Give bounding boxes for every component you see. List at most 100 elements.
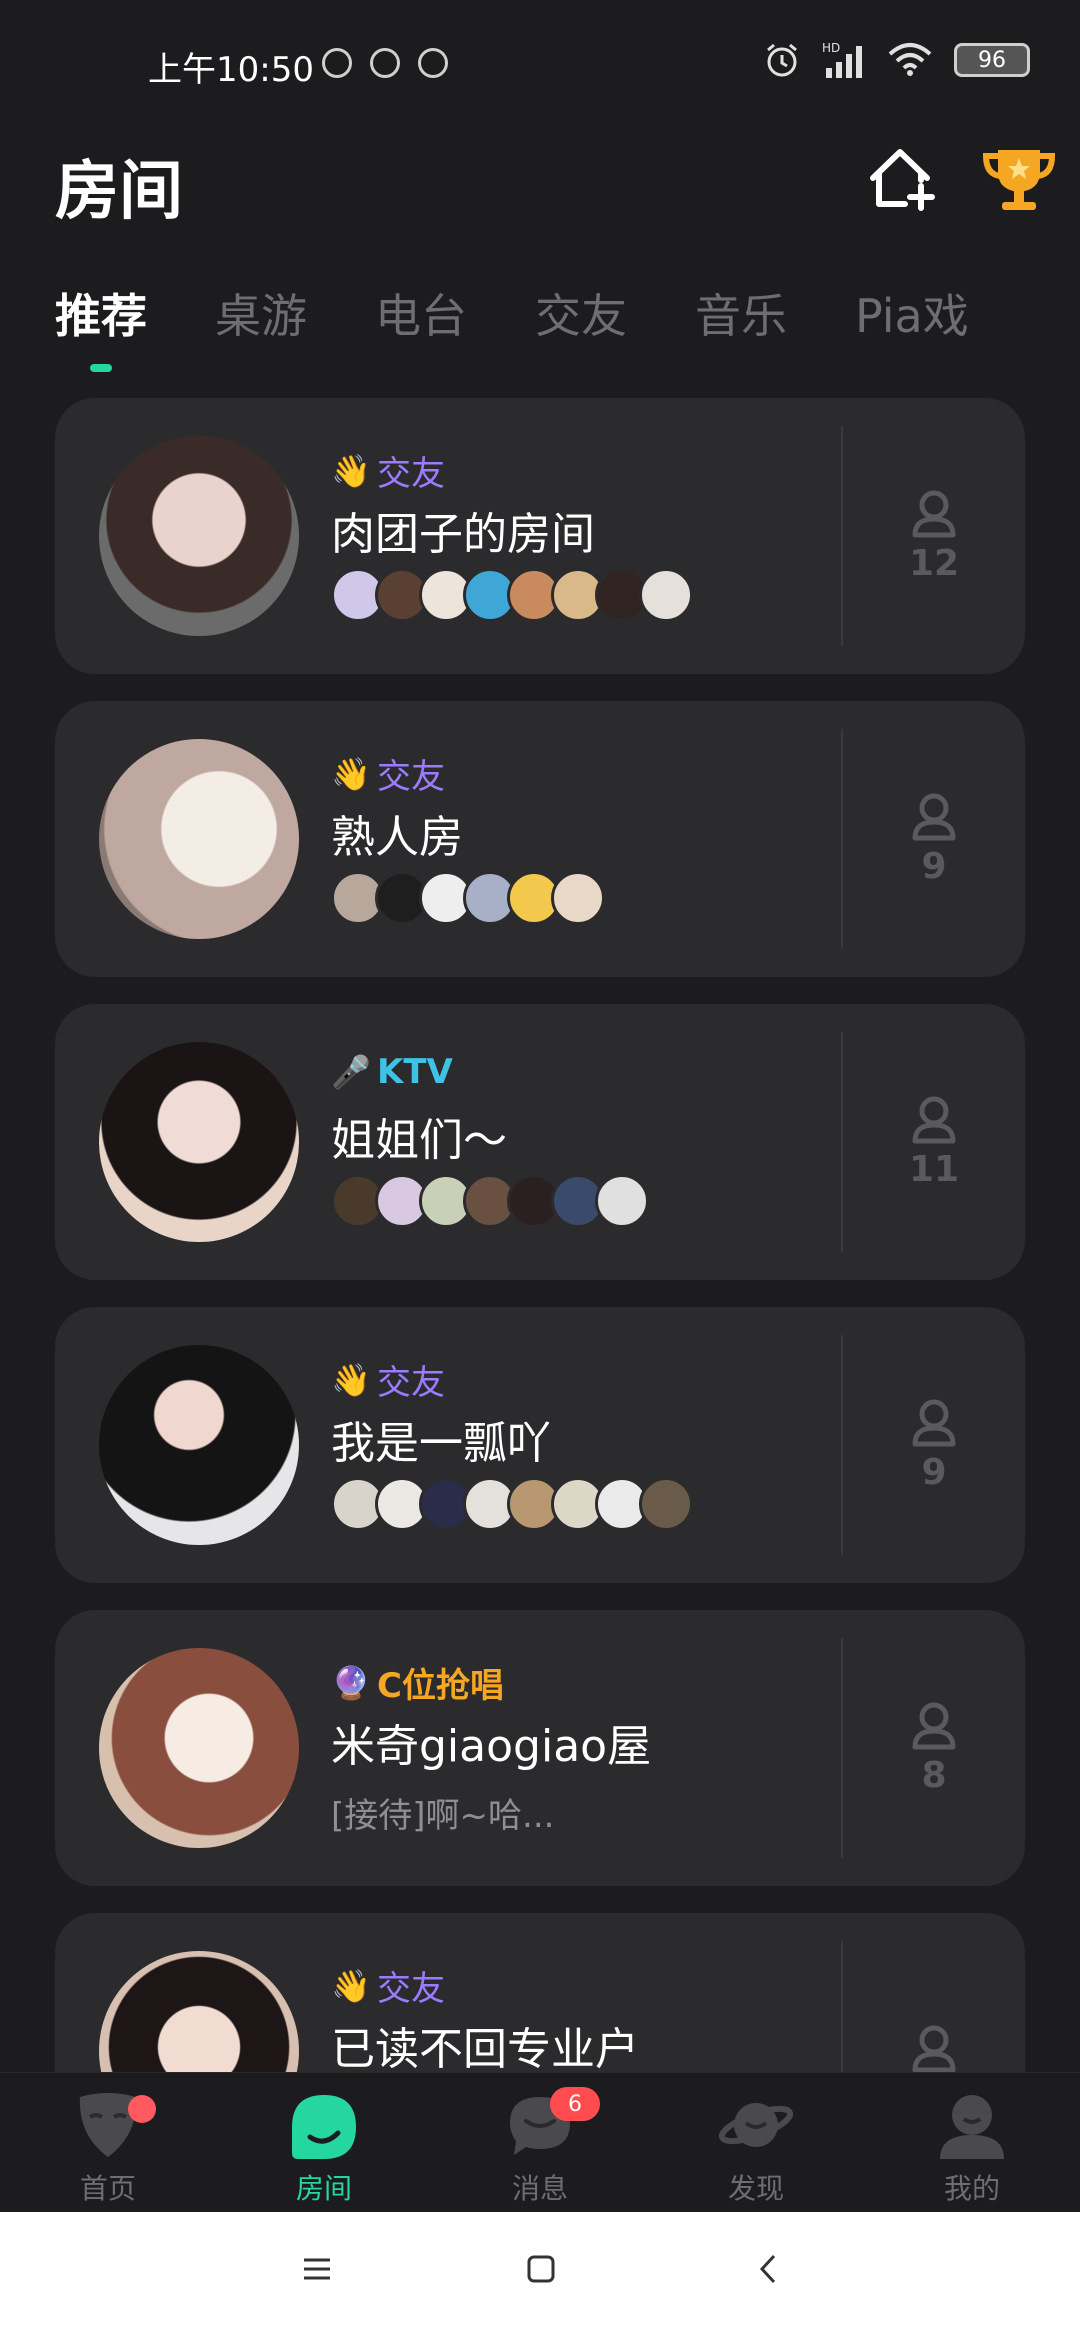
wifi-icon (888, 43, 932, 76)
menu-icon[interactable] (300, 2252, 334, 2286)
nav-label: 首页 (79, 2172, 136, 2205)
status-time: 上午10:50 (148, 50, 314, 90)
online-count: 12 (908, 542, 960, 584)
battery-level: 96 (978, 47, 1006, 73)
online-count-box (843, 1913, 1025, 2072)
network-label: HD (822, 41, 840, 55)
room-tag-label: KTV (377, 1052, 453, 1092)
room-name: 已读不回专业户 (331, 2024, 639, 2072)
room-tag: 👋 交友 (331, 446, 445, 495)
room-tag: 🎤 KTV (331, 1052, 453, 1092)
room-tag: 🔮 C位抢唱 (331, 1658, 504, 1707)
online-count: 9 (921, 845, 947, 887)
room-avatar (99, 1648, 299, 1848)
member-avatar (551, 871, 605, 925)
person-icon (912, 490, 956, 537)
nav-room[interactable]: 房间 (216, 2073, 432, 2212)
nav-label: 消息 (511, 2172, 568, 2205)
back-icon[interactable] (752, 2252, 786, 2286)
tab-radio[interactable]: 电台 (375, 280, 467, 346)
room-tag-label: C位抢唱 (377, 1666, 504, 1706)
room-preview: [接待]啊~哈... (331, 1796, 555, 1836)
nav-home[interactable]: 首页 (0, 2073, 216, 2212)
tab-pia[interactable]: Pia戏 (855, 280, 969, 346)
room-list: 👋 交友 肉团子的房间 12 👋 交友 熟人房 9 🎤 KTV 姐姐们～ 11 … (55, 398, 1025, 2072)
room-avatar (99, 739, 299, 939)
crystal-ball-icon: 🔮 (331, 1663, 371, 1702)
person-icon (912, 793, 956, 840)
member-avatar (639, 568, 693, 622)
member-avatars (331, 1477, 693, 1531)
notification-dot (128, 2095, 156, 2123)
tab-recommend[interactable]: 推荐 (55, 280, 147, 346)
signal-icon: HD (822, 41, 862, 78)
member-avatar (595, 1174, 649, 1228)
tab-board-game[interactable]: 桌游 (215, 280, 307, 346)
tab-indicator (90, 364, 112, 372)
member-avatars (331, 568, 693, 622)
nav-profile[interactable]: 我的 (864, 2073, 1080, 2212)
room-tag: 👋 交友 (331, 749, 445, 798)
person-icon (912, 1399, 956, 1446)
online-count-box: 11 (843, 1004, 1025, 1280)
room-card[interactable]: 👋 交友 已读不回专业户 (55, 1913, 1025, 2072)
room-avatar (99, 1345, 299, 1545)
notification-icon (322, 48, 352, 78)
room-card[interactable]: 👋 交友 熟人房 9 (55, 701, 1025, 977)
battery-icon: 96 (954, 43, 1030, 77)
member-avatars (331, 871, 605, 925)
page-title: 房间 (55, 155, 183, 229)
person-icon (912, 2025, 956, 2072)
home-plus-icon[interactable] (865, 144, 935, 214)
member-avatar (639, 1477, 693, 1531)
person-icon (912, 1702, 956, 1749)
room-tag-label: 交友 (377, 1363, 445, 1403)
category-tabs: 推荐 桌游 电台 交友 音乐 Pia戏 (55, 280, 1037, 346)
member-avatars (331, 1174, 649, 1228)
online-count-box: 12 (843, 398, 1025, 674)
room-avatar (99, 1951, 299, 2072)
system-nav-bar (0, 2212, 1080, 2340)
bottom-nav: 首页 房间 6 消息 发现 我的 (0, 2072, 1080, 2212)
home-icon[interactable] (524, 2252, 558, 2286)
room-name: 姐姐们～ (331, 1115, 507, 1166)
wave-icon: 👋 (331, 451, 371, 490)
room-name: 米奇giaogiao屋 (331, 1721, 652, 1772)
nav-label: 我的 (943, 2172, 1000, 2205)
online-count: 9 (921, 1451, 947, 1493)
person-icon (912, 1096, 956, 1143)
room-name: 熟人房 (331, 812, 463, 863)
online-count-box: 8 (843, 1610, 1025, 1886)
room-icon (292, 2095, 356, 2159)
room-tag-label: 交友 (377, 454, 445, 494)
unread-badge: 6 (550, 2087, 600, 2121)
nav-label: 发现 (727, 2172, 784, 2205)
profile-icon (940, 2095, 1004, 2159)
tab-music[interactable]: 音乐 (695, 280, 787, 346)
alarm-icon (767, 43, 797, 77)
room-card[interactable]: 👋 交友 我是一瓢吖 9 (55, 1307, 1025, 1583)
online-count-box: 9 (843, 1307, 1025, 1583)
room-tag-label: 交友 (377, 757, 445, 797)
room-tag: 👋 交友 (331, 1355, 445, 1404)
trophy-icon[interactable] (982, 144, 1056, 214)
room-card[interactable]: 🔮 C位抢唱 米奇giaogiao屋 [接待]啊~哈... 8 (55, 1610, 1025, 1886)
status-icons: HD 96 (764, 40, 1030, 80)
status-bar: 上午10:50 HD 96 (0, 0, 1080, 120)
room-card[interactable]: 🎤 KTV 姐姐们～ 11 (55, 1004, 1025, 1280)
nav-messages[interactable]: 6 消息 (432, 2073, 648, 2212)
notification-icon (370, 48, 400, 78)
room-avatar (99, 1042, 299, 1242)
planet-icon (718, 2103, 794, 2147)
tab-friends[interactable]: 交友 (535, 280, 627, 346)
room-name: 肉团子的房间 (331, 509, 595, 560)
online-count-box: 9 (843, 701, 1025, 977)
room-card[interactable]: 👋 交友 肉团子的房间 12 (55, 398, 1025, 674)
online-count: 11 (908, 1148, 960, 1190)
online-count: 8 (921, 1754, 947, 1796)
room-avatar (99, 436, 299, 636)
nav-discover[interactable]: 发现 (648, 2073, 864, 2212)
room-tag: 👋 交友 (331, 1961, 445, 2010)
room-tag-label: 交友 (377, 1969, 445, 2009)
nav-label: 房间 (295, 2172, 352, 2205)
